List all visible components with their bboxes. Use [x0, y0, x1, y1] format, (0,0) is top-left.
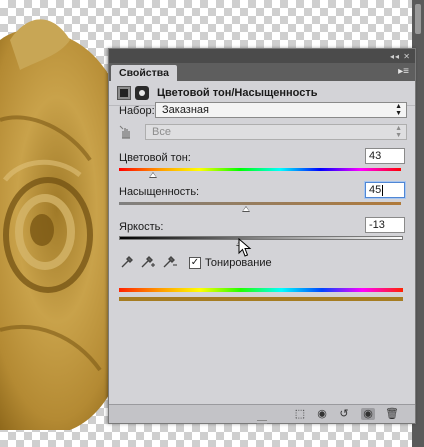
select-arrows-icon: ▲ ▼: [395, 103, 402, 117]
lightness-label: Яркость:: [119, 221, 164, 233]
panel-tabbar: Свойства ▸≡: [109, 63, 415, 81]
panel-topbar: ◂◂ ✕: [109, 49, 415, 63]
tab-properties[interactable]: Свойства: [111, 65, 177, 81]
mask-icon[interactable]: [135, 86, 149, 100]
saturation-value: 45: [369, 184, 382, 196]
saturation-label: Насыщенность:: [119, 186, 200, 198]
hue-slider-track[interactable]: [119, 168, 401, 171]
hue-saturation-icon[interactable]: [117, 86, 131, 100]
panel-resize-grip[interactable]: [257, 420, 267, 424]
saturation-field[interactable]: 45: [365, 182, 405, 198]
panel-bottom-toolbar: ⬚ ◉ ↺ ◉ 🗑: [109, 404, 415, 424]
result-color-bar: [119, 297, 403, 301]
targeted-adjustment-hand-icon[interactable]: [119, 125, 133, 139]
reset-icon[interactable]: ↺: [337, 408, 351, 420]
input-color-bar: [119, 288, 403, 292]
hue-label: Цветовой тон:: [119, 152, 191, 164]
saturation-slider-knob[interactable]: [241, 206, 250, 212]
properties-panel: ◂◂ ✕ Свойства ▸≡ Цветовой тон/Насыщеннос…: [108, 48, 416, 424]
select-arrows-icon: ▲ ▼: [395, 125, 402, 139]
hue-slider-knob[interactable]: [148, 172, 157, 178]
colorize-checkbox[interactable]: ✓: [189, 257, 201, 269]
scroll-thumb[interactable]: [415, 4, 421, 34]
preset-label: Набор:: [119, 105, 155, 117]
preset-select[interactable]: Заказная ▲ ▼: [155, 102, 407, 118]
channel-value: Все: [152, 126, 171, 138]
panel-title: Цветовой тон/Насыщенность: [157, 87, 318, 99]
mouse-cursor-icon: [238, 238, 252, 257]
panel-menu-icon[interactable]: ▸≡: [398, 66, 409, 77]
hue-field[interactable]: 43: [365, 148, 405, 164]
visibility-eye-icon[interactable]: ◉: [361, 408, 375, 420]
eyedropper-plus-icon[interactable]: [141, 256, 155, 268]
saturation-slider-track[interactable]: [119, 202, 401, 205]
channel-select[interactable]: Все ▲ ▼: [145, 124, 407, 140]
colorize-label: Тонирование: [205, 257, 272, 269]
lightness-slider-track[interactable]: [119, 236, 403, 240]
eyedropper-minus-icon[interactable]: [163, 256, 177, 268]
lightness-field[interactable]: -13: [365, 217, 405, 233]
trash-icon[interactable]: 🗑: [385, 408, 399, 420]
collapse-icon[interactable]: ◂◂ ✕: [390, 52, 411, 61]
eyedropper-icon[interactable]: [121, 256, 133, 268]
clip-to-layer-icon[interactable]: ⬚: [293, 408, 307, 420]
preset-value: Заказная: [162, 104, 210, 116]
view-previous-icon[interactable]: ◉: [315, 408, 329, 420]
